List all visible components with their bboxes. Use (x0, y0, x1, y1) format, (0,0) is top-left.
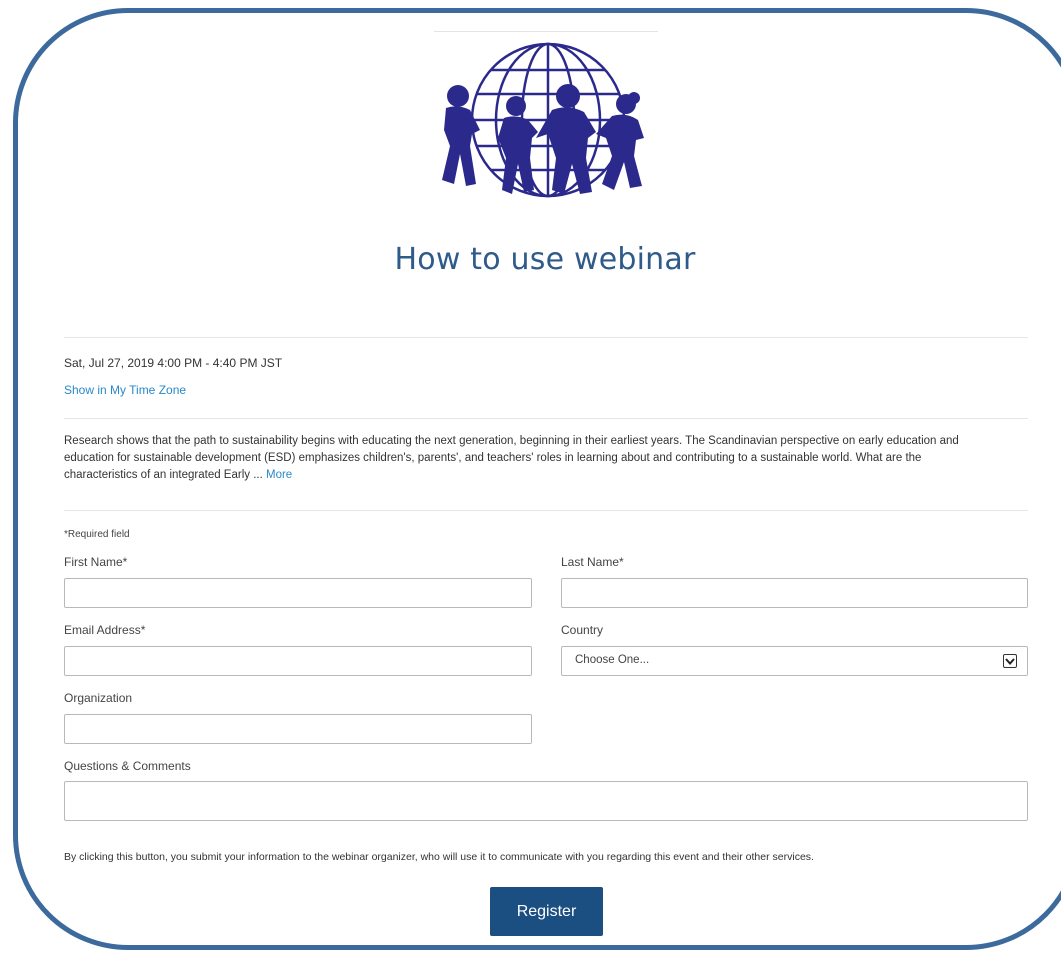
organization-input[interactable] (64, 714, 532, 744)
required-field-note: *Required field (64, 529, 130, 540)
organization-label: Organization (64, 691, 133, 705)
chevron-down-icon[interactable] (1003, 654, 1017, 668)
email-address-label: Email Address* (64, 623, 146, 637)
divider (64, 418, 1028, 419)
globe-with-children-logo (442, 42, 644, 198)
first-name-label: First Name* (64, 555, 128, 569)
more-link[interactable]: More (266, 469, 292, 481)
email-address-input[interactable] (64, 646, 532, 676)
last-name-label: Last Name* (561, 555, 624, 569)
country-select-value: Choose One... (575, 654, 650, 666)
event-description-text: Research shows that the path to sustaina… (64, 435, 959, 481)
privacy-disclaimer: By clicking this button, you submit your… (64, 851, 814, 863)
divider (64, 510, 1028, 511)
country-select[interactable]: Choose One... (561, 646, 1028, 676)
event-title: How to use webinar (394, 242, 696, 277)
divider (64, 337, 1028, 338)
logo-divider (434, 31, 658, 32)
register-button[interactable]: Register (490, 887, 603, 936)
show-in-my-time-zone-link[interactable]: Show in My Time Zone (64, 383, 186, 397)
questions-comments-label: Questions & Comments (64, 759, 191, 773)
last-name-input[interactable] (561, 578, 1028, 608)
country-label: Country (561, 623, 604, 637)
event-description: Research shows that the path to sustaina… (64, 433, 994, 484)
questions-comments-textarea[interactable] (64, 781, 1028, 821)
event-datetime: Sat, Jul 27, 2019 4:00 PM - 4:40 PM JST (64, 356, 283, 370)
first-name-input[interactable] (64, 578, 532, 608)
